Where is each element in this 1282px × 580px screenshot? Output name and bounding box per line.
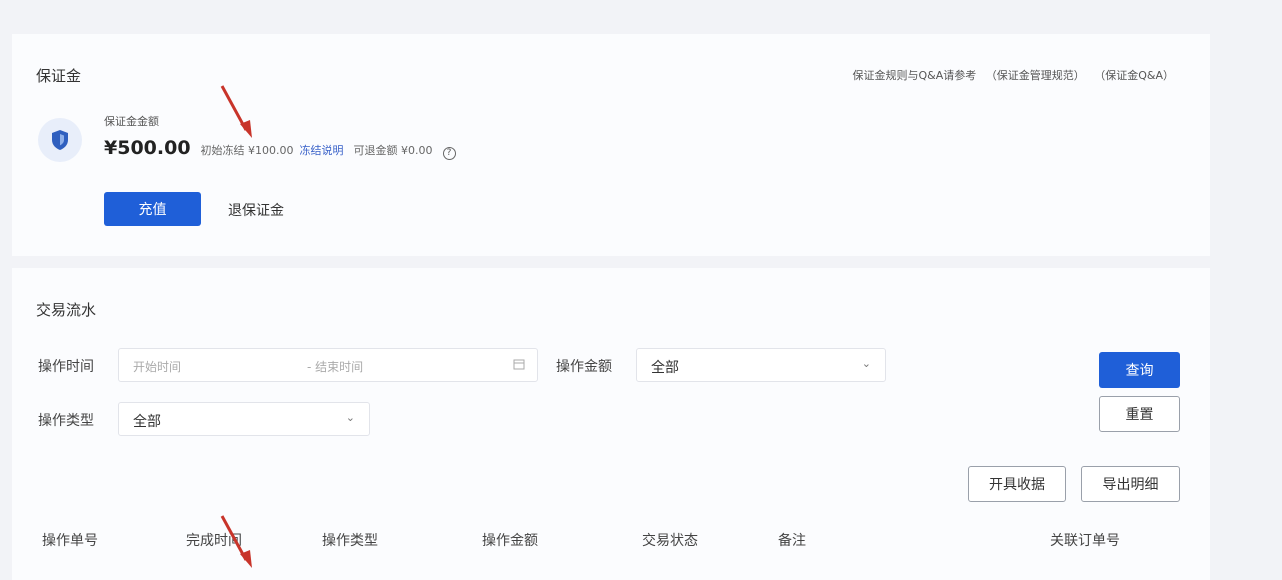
shield-icon [52, 130, 68, 150]
deposit-qa-link[interactable]: （保证金Q&A） [1094, 69, 1174, 82]
query-button[interactable]: 查询 [1099, 352, 1180, 388]
type-select[interactable]: 全部 ⌄ [118, 402, 370, 436]
export-details-button[interactable]: 导出明细 [1081, 466, 1180, 502]
issue-receipt-button[interactable]: 开具收据 [968, 466, 1066, 502]
balance-row: ¥500.00 初始冻结 ¥100.00 冻结说明 可退金额 ¥0.00 ? [104, 137, 456, 160]
end-date-input[interactable]: - 结束时间 [307, 358, 363, 375]
time-label: 操作时间 [38, 359, 94, 375]
info-icon[interactable]: ? [442, 146, 456, 160]
amount-select[interactable]: 全部 ⌄ [636, 348, 886, 382]
reset-button[interactable]: 重置 [1099, 396, 1180, 432]
column-operation-amount: 操作金额 [482, 533, 538, 549]
deposit-rule-links: 保证金规则与Q&A请参考 （保证金管理规范） （保证金Q&A） [846, 67, 1174, 83]
transaction-flow-card: 交易流水 操作时间 开始时间 - 结束时间 操作金额 全部 ⌄ 操作类型 全部 … [12, 268, 1210, 580]
flow-title: 交易流水 [36, 301, 97, 319]
calendar-icon[interactable] [513, 358, 525, 373]
deposit-management-link[interactable]: （保证金管理规范） [986, 69, 1085, 82]
date-range-input[interactable]: 开始时间 - 结束时间 [118, 348, 538, 382]
annotation-arrow-icon [220, 85, 252, 138]
withdrawable-amount: 可退金额 ¥0.00 [353, 144, 433, 157]
column-operation-type: 操作类型 [322, 533, 378, 549]
deposit-title: 保证金 [36, 67, 82, 85]
column-related-order: 关联订单号 [1050, 533, 1120, 549]
deposit-card: 保证金 保证金规则与Q&A请参考 （保证金管理规范） （保证金Q&A） 保证金金… [12, 34, 1210, 256]
annotation-arrow-icon [220, 515, 252, 568]
chevron-down-icon: ⌄ [345, 411, 355, 424]
amount-select-value: 全部 [651, 360, 679, 376]
frozen-amount: 初始冻结 ¥100.00 [200, 144, 294, 157]
balance-amount: ¥500.00 [104, 137, 191, 159]
amount-label: 操作金额 [556, 359, 612, 375]
shield-icon-wrap [38, 118, 82, 162]
balance-label: 保证金金额 [104, 115, 159, 128]
frozen-explain-link[interactable]: 冻结说明 [300, 142, 344, 158]
type-label: 操作类型 [38, 413, 94, 429]
column-remark: 备注 [778, 533, 806, 549]
chevron-down-icon: ⌄ [861, 357, 871, 370]
column-status: 交易状态 [642, 533, 698, 549]
column-order-id: 操作单号 [42, 533, 98, 549]
recharge-button[interactable]: 充值 [104, 192, 201, 226]
deposit-rule-text: 保证金规则与Q&A请参考 [852, 69, 977, 82]
start-date-input[interactable]: 开始时间 [133, 358, 181, 375]
type-select-value: 全部 [133, 414, 161, 430]
withdraw-deposit-link[interactable]: 退保证金 [228, 200, 284, 220]
table-header: 操作单号 完成时间 操作类型 操作金额 交易状态 备注 关联订单号 [12, 526, 1210, 556]
